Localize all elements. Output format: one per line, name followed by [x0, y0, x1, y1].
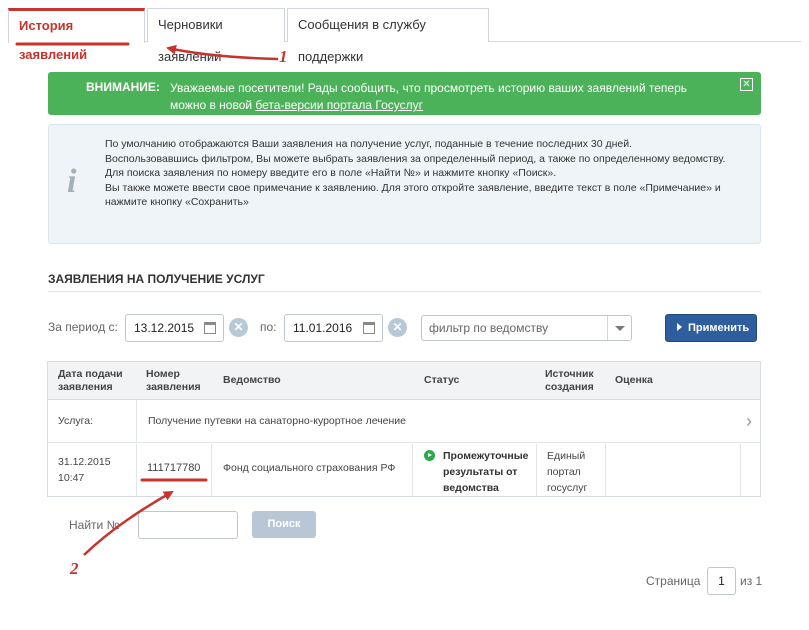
- annotation-overlay: [15, 42, 279, 556]
- annotation-number-2: 2: [70, 559, 79, 578]
- annotation-number-1: 1: [279, 47, 288, 66]
- arrow-2-icon: [83, 490, 174, 556]
- arrow-1-icon: [166, 44, 279, 61]
